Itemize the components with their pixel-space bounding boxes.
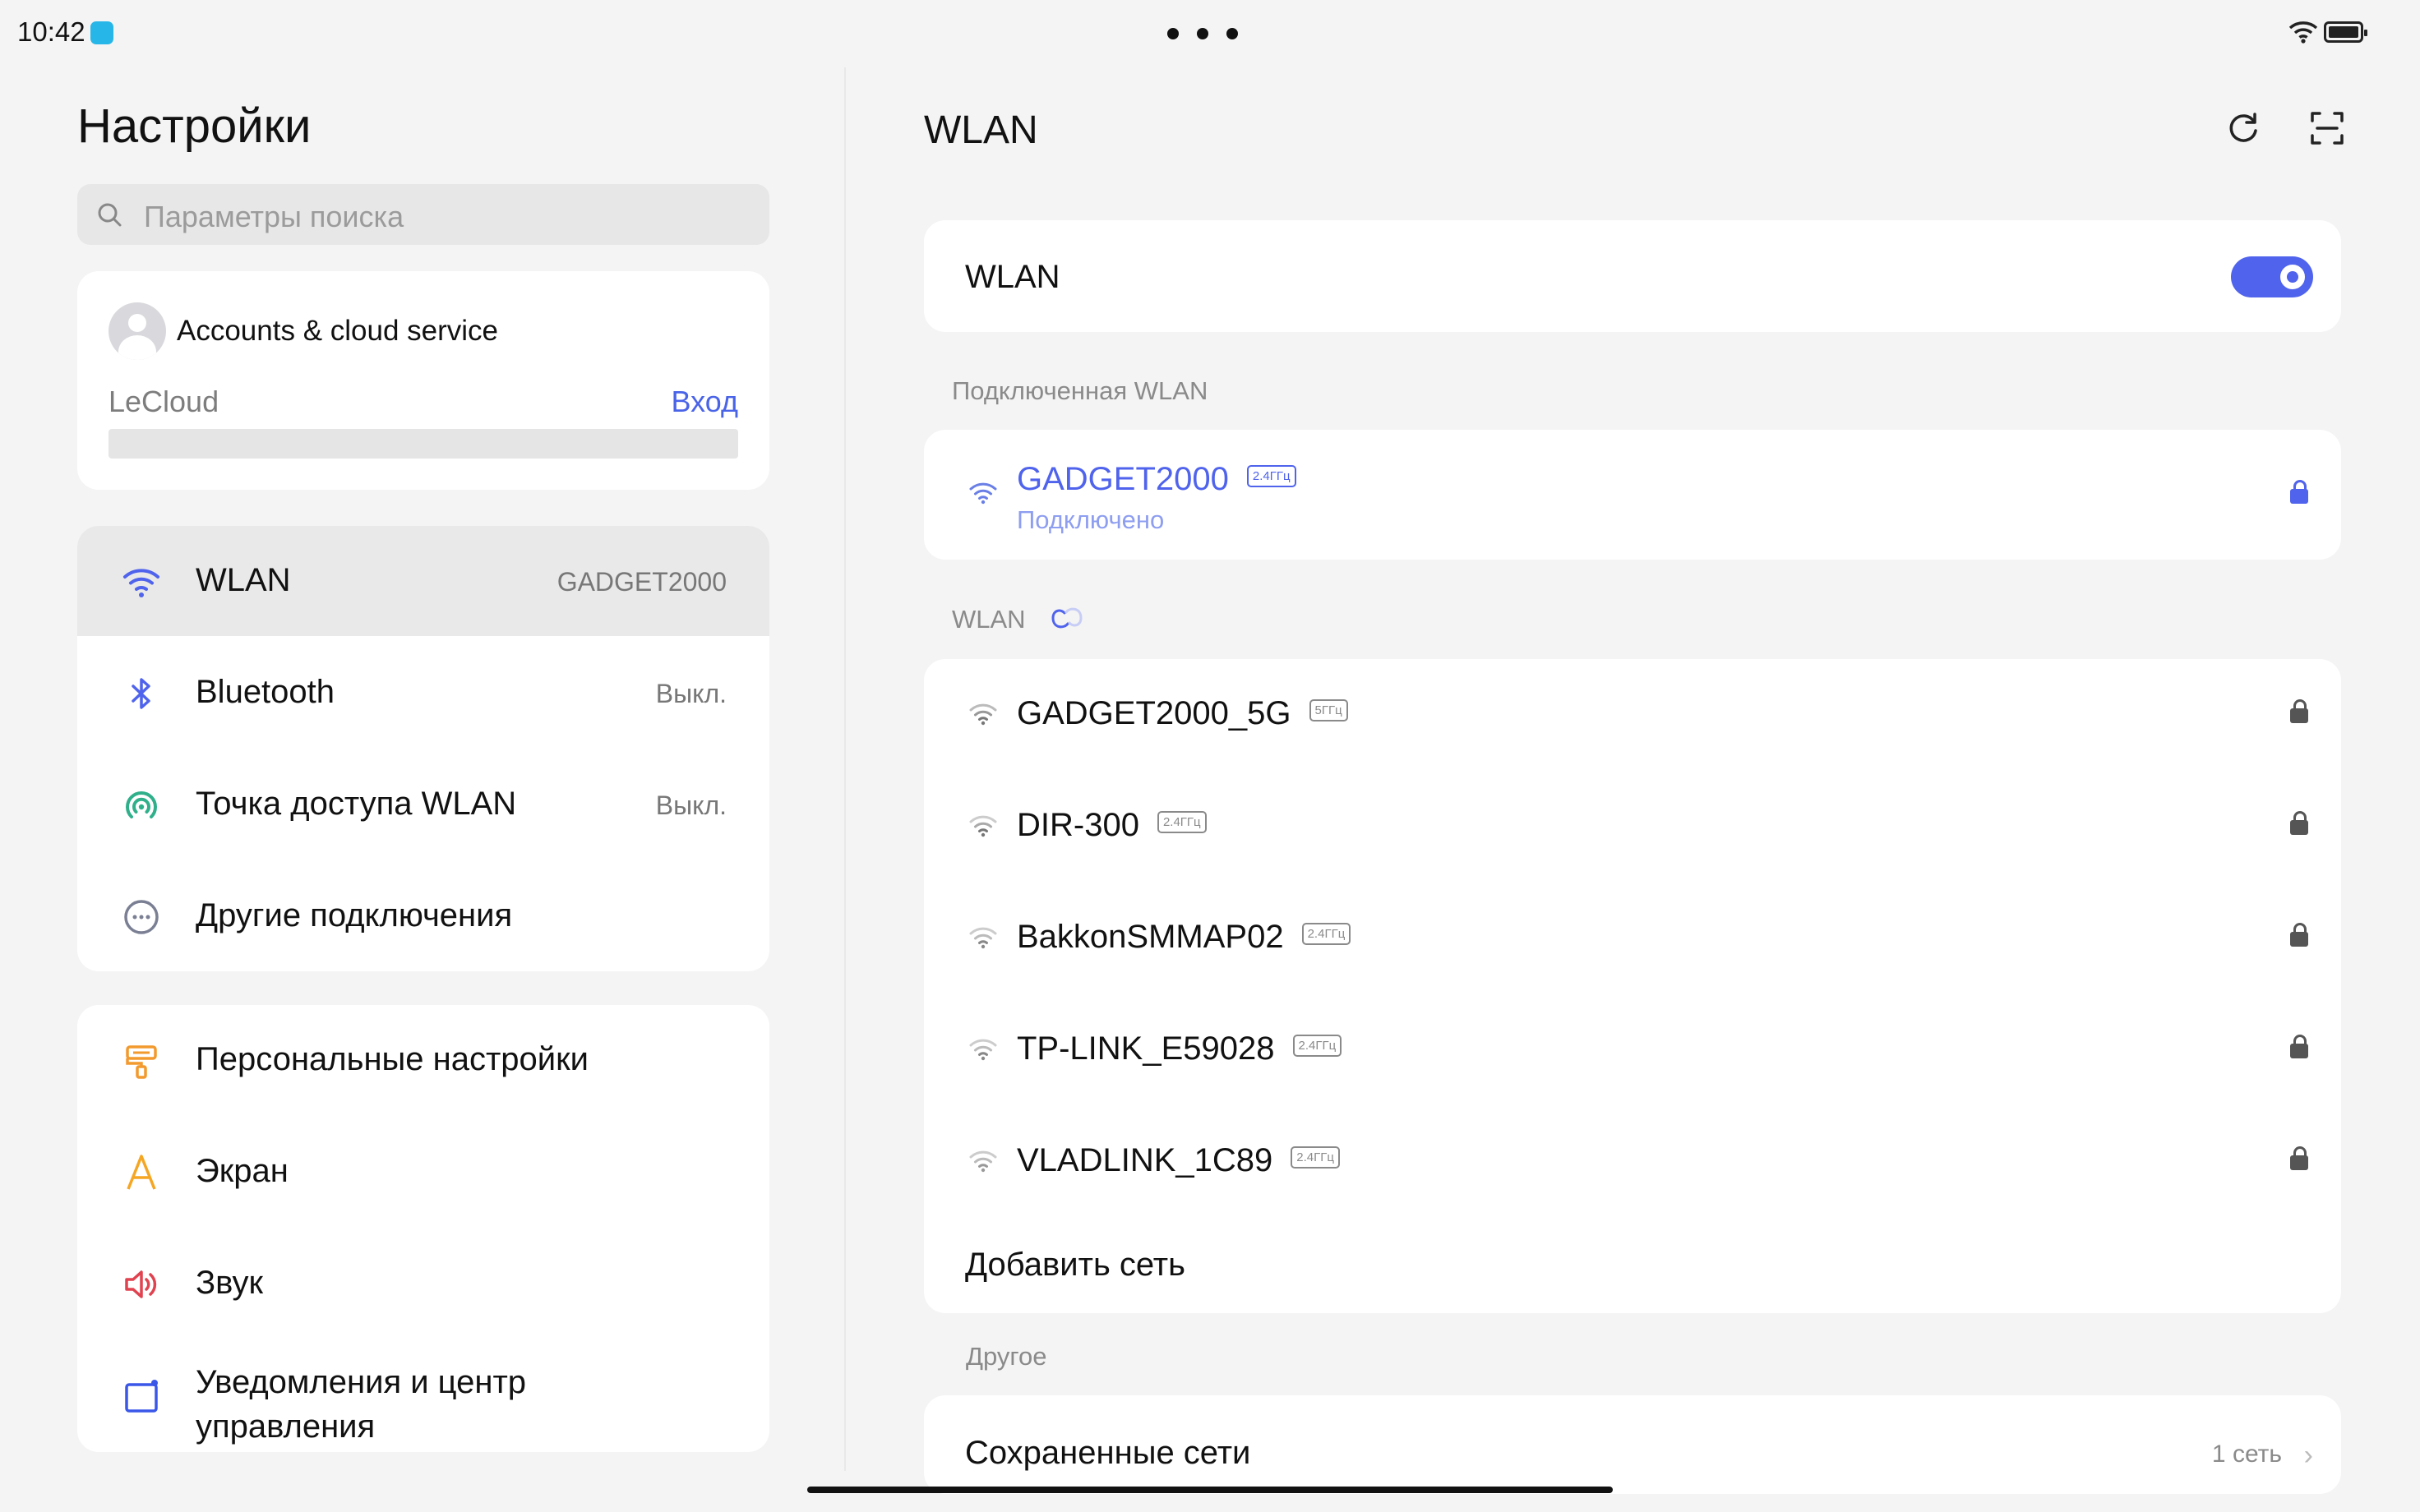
sidebar-item-label: Звук xyxy=(196,1265,264,1301)
network-name: GADGET2000_5G 5ГГц xyxy=(1017,695,1348,732)
network-name-text: TP-LINK_E59028 xyxy=(1017,1030,1275,1067)
band-badge: 2.4ГГц xyxy=(1246,464,1296,487)
saved-networks-label: Сохраненные сети xyxy=(965,1435,1251,1471)
battery-icon xyxy=(2324,21,2367,43)
paint-roller-icon xyxy=(126,1045,157,1079)
network-row[interactable]: BakkonSMMAP02 2.4ГГц xyxy=(924,883,2341,994)
band-badge: 2.4ГГц xyxy=(1292,1034,1342,1057)
wlan-toggle-row[interactable]: WLAN xyxy=(924,220,2341,332)
home-indicator[interactable] xyxy=(807,1487,1613,1493)
notification-panel-icon xyxy=(125,1380,158,1413)
speaker-icon xyxy=(125,1270,157,1298)
sidebar-item-personalization[interactable]: Персональные настройки xyxy=(77,1005,769,1115)
status-wifi-icon xyxy=(2288,21,2318,44)
sidebar-item-label: WLAN xyxy=(196,562,291,598)
cloud-service-name: LeCloud xyxy=(109,385,219,418)
band-badge: 2.4ГГц xyxy=(1301,922,1351,945)
connected-section-header: Подключенная WLAN xyxy=(952,376,1208,405)
pane-divider xyxy=(844,67,846,1471)
lock-icon xyxy=(2290,480,2308,504)
sidebar-item-bluetooth[interactable]: Bluetooth Выкл. xyxy=(77,638,769,748)
chevron-right-icon: › xyxy=(2303,1440,2313,1471)
page-title: WLAN xyxy=(924,108,1038,152)
settings-title: Настройки xyxy=(77,99,312,153)
network-row[interactable]: VLADLINK_1C89 2.4ГГц xyxy=(924,1106,2341,1218)
network-name: VLADLINK_1C89 2.4ГГц xyxy=(1017,1142,1340,1179)
loading-spinner-icon xyxy=(1051,607,1083,629)
hotspot-icon xyxy=(126,791,157,818)
sidebar-item-sound[interactable]: Звук xyxy=(77,1228,769,1339)
account-card[interactable]: Accounts & cloud service LeCloud Вход xyxy=(77,271,769,490)
saved-networks-row[interactable]: Сохраненные сети 1 сеть › xyxy=(924,1395,2341,1494)
network-row[interactable]: DIR-300 2.4ГГц xyxy=(924,771,2341,883)
sidebar-item-wlan[interactable]: WLAN GADGET2000 xyxy=(77,526,769,636)
login-link[interactable]: Вход xyxy=(672,385,738,419)
multitask-dots[interactable] xyxy=(1167,28,1238,39)
band-badge: 5ГГц xyxy=(1309,698,1348,721)
display-letter-a-icon xyxy=(127,1155,156,1190)
band-badge: 2.4ГГц xyxy=(1157,810,1207,833)
other-section-header: Другое xyxy=(966,1342,1047,1371)
connected-network-row[interactable]: GADGET2000 2.4ГГц Подключено xyxy=(924,430,2341,560)
add-network-button[interactable]: Добавить сеть xyxy=(965,1247,1185,1284)
app-notification-icon xyxy=(90,21,113,44)
connectivity-group: WLAN GADGET2000 Bluetooth Выкл. Точка до… xyxy=(77,526,769,971)
wifi-signal-icon xyxy=(969,703,997,726)
sidebar-item-value: GADGET2000 xyxy=(557,567,727,597)
wlan-toggle-label: WLAN xyxy=(965,259,1060,295)
saved-networks-count: 1 сеть xyxy=(2211,1441,2282,1468)
lock-icon xyxy=(2290,811,2308,835)
wlan-toggle-switch[interactable] xyxy=(2231,256,2313,297)
network-name-text: BakkonSMMAP02 xyxy=(1017,919,1284,955)
wifi-icon xyxy=(123,569,159,597)
lock-icon xyxy=(2290,923,2308,947)
wifi-signal-icon xyxy=(969,815,997,837)
search-placeholder: Параметры поиска xyxy=(144,200,404,233)
lock-icon xyxy=(2290,1146,2308,1170)
available-section-header: WLAN xyxy=(952,605,1026,634)
connection-status: Подключено xyxy=(1017,505,1165,534)
personal-group: Персональные настройки Экран Звук Уведом… xyxy=(77,1005,769,1452)
account-title: Accounts & cloud service xyxy=(177,315,499,347)
sidebar-item-label: Bluetooth xyxy=(196,674,335,710)
sidebar-item-label: Персональные настройки xyxy=(196,1041,589,1077)
sidebar-item-other-connections[interactable]: Другие подключения xyxy=(77,861,769,971)
scan-qr-icon[interactable] xyxy=(2308,109,2346,147)
network-row[interactable]: TP-LINK_E59028 2.4ГГц xyxy=(924,994,2341,1106)
network-row[interactable]: GADGET2000_5G 5ГГц xyxy=(924,659,2341,771)
search-icon xyxy=(98,203,122,227)
network-name-text: DIR-300 xyxy=(1017,807,1139,843)
wifi-signal-icon xyxy=(969,1039,997,1061)
network-name: TP-LINK_E59028 2.4ГГц xyxy=(1017,1030,1342,1067)
sidebar-item-label: Уведомления и центр управления xyxy=(196,1364,527,1445)
sidebar-item-label: Экран xyxy=(196,1153,289,1189)
network-name: DIR-300 2.4ГГц xyxy=(1017,807,1207,844)
account-placeholder-bar xyxy=(109,429,738,459)
wifi-signal-icon xyxy=(969,1150,997,1173)
network-name-text: VLADLINK_1C89 xyxy=(1017,1142,1273,1178)
more-connections-icon xyxy=(124,900,159,934)
sidebar-item-label: Точка доступа WLAN xyxy=(196,786,517,822)
status-time: 10:42 xyxy=(17,16,85,47)
sidebar-item-notifications[interactable]: Уведомления и центр управления xyxy=(77,1340,769,1450)
search-input[interactable]: Параметры поиска xyxy=(77,184,769,245)
sidebar-item-display[interactable]: Экран xyxy=(77,1117,769,1227)
avatar xyxy=(109,302,166,360)
wifi-signal-icon xyxy=(969,482,997,505)
network-name: GADGET2000 xyxy=(1017,461,1229,497)
available-networks-list: GADGET2000_5G 5ГГц DIR-300 2.4ГГц BakkonSM… xyxy=(924,659,2341,1313)
sidebar-item-label: Другие подключения xyxy=(196,897,513,933)
lock-icon xyxy=(2290,699,2308,723)
refresh-icon[interactable] xyxy=(2224,109,2262,147)
network-name-text: GADGET2000_5G xyxy=(1017,695,1291,731)
bluetooth-icon xyxy=(132,678,150,709)
sidebar-item-value: Выкл. xyxy=(655,791,727,820)
wifi-signal-icon xyxy=(969,927,997,949)
network-name: BakkonSMMAP02 2.4ГГц xyxy=(1017,919,1351,956)
lock-icon xyxy=(2290,1035,2308,1058)
band-badge: 2.4ГГц xyxy=(1291,1146,1340,1169)
sidebar-item-hotspot[interactable]: Точка доступа WLAN Выкл. xyxy=(77,749,769,860)
connected-network-name: GADGET2000 2.4ГГц xyxy=(1017,461,1296,498)
sidebar-item-value: Выкл. xyxy=(655,679,727,708)
